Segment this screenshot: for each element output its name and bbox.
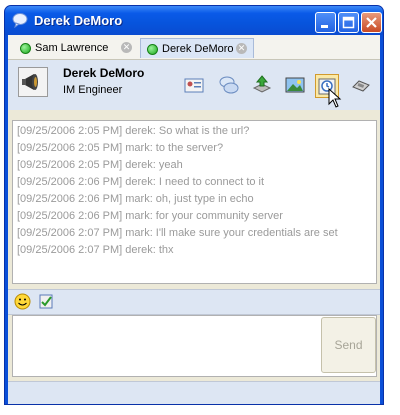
mouse-cursor-icon	[328, 88, 342, 108]
chat-message: [09/25/2006 2:06 PM] mark: for your comm…	[17, 210, 283, 222]
contact-card-icon	[184, 78, 204, 93]
chat-bubble-icon	[12, 13, 28, 28]
contact-status: IM Engineer	[63, 84, 123, 96]
close-icon	[366, 17, 377, 28]
online-status-icon	[20, 43, 31, 54]
send-file-icon	[252, 75, 272, 93]
chat-message: [09/25/2006 2:06 PM] derek: I need to co…	[17, 176, 265, 188]
chat-transcript[interactable]: [09/25/2006 2:05 PM] derek: So what is t…	[12, 120, 377, 284]
tab-close-icon[interactable]: ✕	[121, 42, 132, 53]
window-title: Derek DeMoro	[34, 13, 123, 28]
contact-header: Derek DeMoro IM Engineer	[8, 60, 380, 110]
chat-message: [09/25/2006 2:06 PM] mark: oh, just type…	[17, 193, 254, 205]
tab-label: Sam Lawrence	[35, 42, 109, 54]
tab-sam-lawrence[interactable]: Sam Lawrence ✕	[14, 38, 138, 58]
spell-check-icon[interactable]	[38, 293, 55, 310]
status-bar	[8, 381, 380, 404]
minimize-button[interactable]	[315, 12, 336, 33]
chat-bubbles-icon	[219, 76, 239, 94]
send-file-button[interactable]	[251, 74, 275, 98]
chat-bubbles-button[interactable]	[218, 74, 242, 98]
tab-derek-demoro[interactable]: Derek DeMoro ✕	[140, 38, 254, 58]
chat-message: [09/25/2006 2:07 PM] mark: I'll make sur…	[17, 227, 338, 239]
phone-icon	[352, 80, 370, 92]
maximize-button[interactable]	[338, 12, 359, 33]
chat-message: [09/25/2006 2:05 PM] derek: So what is t…	[17, 125, 250, 137]
window-client: Sam Lawrence ✕ Derek DeMoro ✕ Derek DeMo…	[8, 35, 380, 404]
picture-button[interactable]	[284, 74, 308, 98]
emoticon-icon[interactable]	[14, 293, 31, 310]
online-status-icon	[147, 44, 158, 55]
close-button[interactable]	[361, 12, 382, 33]
chat-message: [09/25/2006 2:05 PM] mark: to the server…	[17, 142, 224, 154]
chat-window: Derek DeMoro Sam Lawrence ✕ Derek DeMoro…	[4, 5, 384, 405]
avatar	[18, 67, 48, 97]
send-button[interactable]: Send	[321, 317, 376, 373]
compose-toolbar	[8, 289, 380, 315]
tab-close-icon[interactable]: ✕	[236, 43, 247, 54]
tab-label: Derek DeMoro	[162, 43, 234, 55]
maximize-icon	[342, 16, 355, 29]
chat-message: [09/25/2006 2:05 PM] derek: yeah	[17, 159, 183, 171]
phone-button[interactable]	[350, 74, 374, 98]
megaphone-icon	[22, 74, 38, 90]
contact-card-button[interactable]	[183, 74, 207, 98]
picture-icon	[285, 77, 305, 93]
title-bar[interactable]: Derek DeMoro	[5, 6, 383, 35]
tab-strip: Sam Lawrence ✕ Derek DeMoro ✕	[8, 35, 380, 60]
chat-message: [09/25/2006 2:07 PM] derek: thx	[17, 244, 174, 256]
minimize-icon	[321, 25, 328, 28]
contact-name: Derek DeMoro	[63, 66, 145, 80]
